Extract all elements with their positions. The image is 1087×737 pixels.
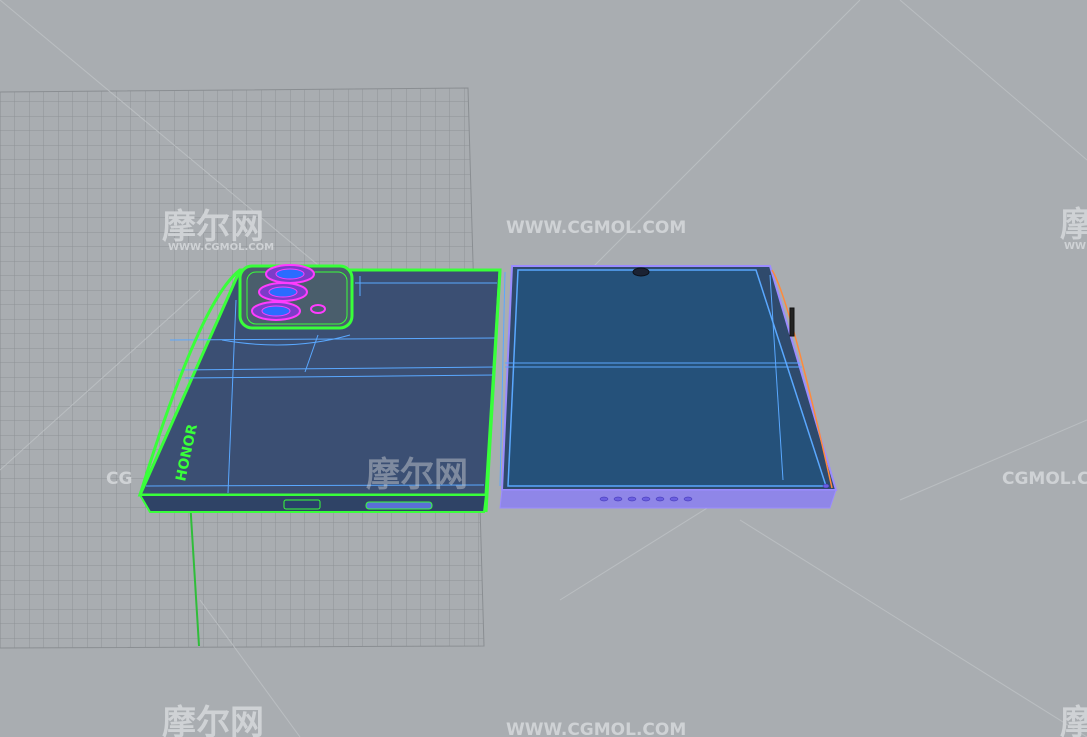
watermark-cn: 摩尔网 [162,703,264,737]
watermark-cn: 摩尔网 [162,207,264,247]
watermark-cn: 摩尔网 [366,455,468,495]
notch-camera-icon [632,267,650,277]
camera-lens-icon [258,282,308,302]
watermark-cn: 摩 [1060,205,1087,245]
watermark-url: WWW.CGMOL.COM [506,720,686,737]
camera-lens-icon [265,264,315,284]
phone-screen-half[interactable] [499,265,838,509]
watermark-cn: 摩 [1060,703,1087,737]
watermark-url: WW [1064,241,1086,252]
watermark-url: CGMOL.COM [1002,469,1087,489]
3d-viewport[interactable]: HONOR 摩尔网 WWW.CGMOL.COM WWW.CGMOL.COM 摩 … [0,0,1087,737]
watermark-url: CG [106,469,132,489]
side-button [789,307,795,337]
usb-port [283,499,321,510]
viewport-canvas[interactable]: HONOR 摩尔网 WWW.CGMOL.COM WWW.CGMOL.COM 摩 … [0,0,1087,737]
speaker-grille [365,501,433,510]
flash-icon [310,304,326,314]
camera-lens-icon [251,301,301,321]
watermark-url: WWW.CGMOL.COM [506,218,686,238]
watermark-url: WWW.CGMOL.COM [168,242,274,253]
camera-module[interactable] [238,264,354,330]
